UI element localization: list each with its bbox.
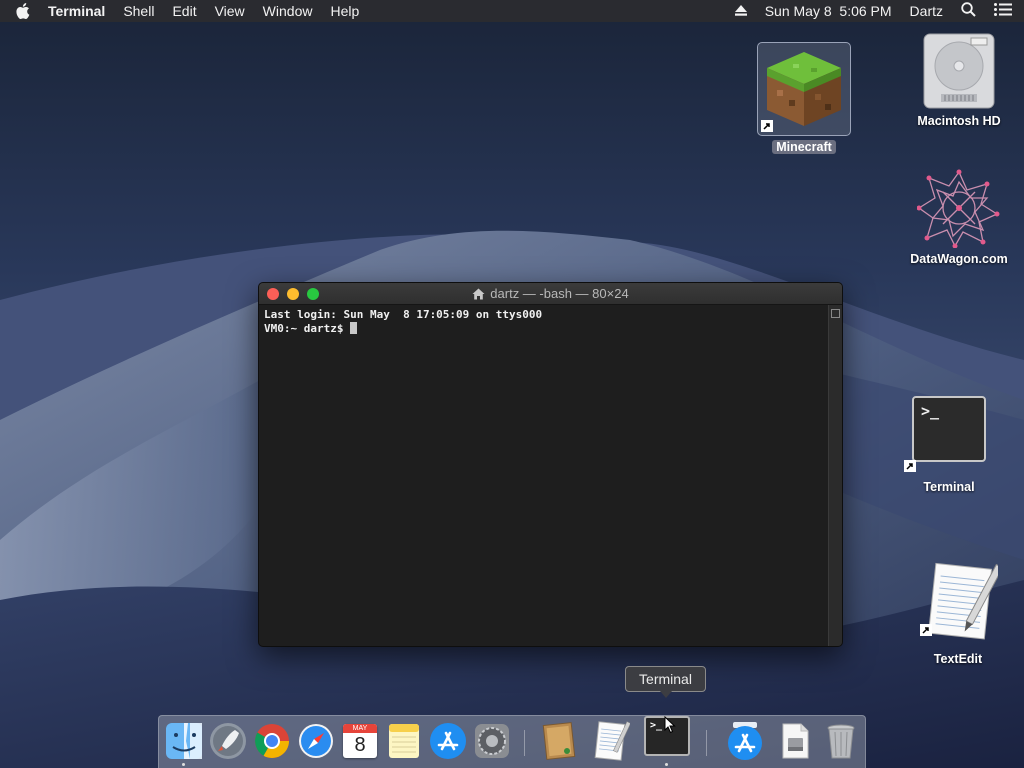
desktop-icon-textedit[interactable]: TextEdit xyxy=(915,560,1004,666)
desktop-icon-label: Minecraft xyxy=(772,140,836,154)
launchpad-icon xyxy=(210,723,246,759)
zoom-button[interactable] xyxy=(307,288,319,300)
desktop-icon-macintosh-hd[interactable]: Macintosh HD xyxy=(908,30,1010,128)
desktop-icon-terminal[interactable]: >_ Terminal xyxy=(904,396,993,494)
user-menu[interactable]: Dartz xyxy=(910,3,943,19)
finder-icon xyxy=(166,723,202,759)
dock-applications-stack[interactable] xyxy=(539,721,579,761)
dock-terminal[interactable]: >_ xyxy=(643,716,691,760)
eject-icon[interactable] xyxy=(734,3,747,19)
terminal-prompt-line: VM0:~ dartz$ xyxy=(264,322,824,336)
dock-calendar[interactable]: MAY 8 xyxy=(340,721,380,761)
close-button[interactable] xyxy=(267,288,279,300)
dock-launchpad[interactable] xyxy=(208,721,248,761)
terminal-window[interactable]: dartz — -bash — 80×24 Last login: Sun Ma… xyxy=(258,282,843,647)
system-preferences-icon xyxy=(475,724,509,758)
dock: MAY 8 >_ xyxy=(158,715,866,768)
menu-bar: Terminal Shell Edit View Window Help Sun… xyxy=(0,0,1024,22)
clock[interactable]: Sun May 8 5:06 PM xyxy=(765,3,892,19)
terminal-content[interactable]: Last login: Sun May 8 17:05:09 on ttys00… xyxy=(259,305,829,646)
running-indicator xyxy=(665,763,668,766)
app-store-downloads-icon xyxy=(728,722,762,760)
dock-separator xyxy=(706,730,707,756)
menu-window[interactable]: Window xyxy=(263,3,313,19)
menu-view[interactable]: View xyxy=(215,3,245,19)
tooltip-text: Terminal xyxy=(639,671,692,687)
calendar-month: MAY xyxy=(343,724,377,733)
dock-textedit[interactable] xyxy=(590,721,631,761)
dock-notes[interactable] xyxy=(384,721,424,761)
dock-tooltip: Terminal xyxy=(625,666,706,698)
spotlight-search-icon[interactable] xyxy=(961,2,976,20)
alias-arrow-icon xyxy=(761,120,773,132)
terminal-prompt: VM0:~ dartz$ xyxy=(264,322,351,335)
chrome-icon xyxy=(255,724,289,758)
dock-downloads-stack[interactable] xyxy=(725,721,765,761)
dock-trash[interactable] xyxy=(821,721,861,761)
alias-arrow-icon xyxy=(920,624,932,636)
minimize-button[interactable] xyxy=(287,288,299,300)
dock-app-store[interactable] xyxy=(428,721,468,761)
notification-center-icon[interactable] xyxy=(994,3,1012,19)
menu-shell[interactable]: Shell xyxy=(123,3,154,19)
trash-icon xyxy=(827,724,855,759)
home-folder-icon xyxy=(472,288,485,299)
notes-icon xyxy=(389,724,419,758)
terminal-icon: >_ xyxy=(904,396,986,472)
app-store-icon xyxy=(430,723,466,759)
calendar-icon: MAY 8 xyxy=(343,724,377,758)
desktop-icon-minecraft[interactable]: Minecraft xyxy=(757,42,851,154)
window-title-text: dartz — -bash — 80×24 xyxy=(490,286,629,301)
split-pane-icon[interactable] xyxy=(831,309,840,318)
dock-disk-image[interactable] xyxy=(775,721,815,761)
dock-chrome[interactable] xyxy=(252,721,292,761)
mouse-pointer-icon xyxy=(664,716,676,734)
menu-app-terminal[interactable]: Terminal xyxy=(48,3,105,19)
hard-drive-icon xyxy=(919,30,999,110)
window-titlebar[interactable]: dartz — -bash — 80×24 xyxy=(259,283,842,305)
minecraft-icon xyxy=(757,42,851,136)
menu-edit[interactable]: Edit xyxy=(172,3,196,19)
desktop-icon-datawagon[interactable]: DataWagon.com xyxy=(903,168,1015,266)
desktop-icon-label: TextEdit xyxy=(933,652,983,666)
desktop-icon-label: Macintosh HD xyxy=(917,114,1001,128)
disk-image-icon xyxy=(782,723,809,759)
desktop-icon-label: DataWagon.com xyxy=(910,252,1008,266)
alias-arrow-icon xyxy=(904,460,916,472)
dock-system-preferences[interactable] xyxy=(472,721,512,761)
calendar-day: 8 xyxy=(354,734,366,756)
desktop-icon-label: Terminal xyxy=(923,480,975,494)
tooltip-arrow xyxy=(660,691,672,698)
terminal-line: Last login: Sun May 8 17:05:09 on ttys00… xyxy=(264,308,543,321)
dock-safari[interactable] xyxy=(296,721,336,761)
menu-help[interactable]: Help xyxy=(330,3,359,19)
datawagon-icon xyxy=(916,168,1002,248)
text-cursor xyxy=(350,322,358,334)
textedit-icon xyxy=(918,560,1004,644)
apple-menu-icon[interactable] xyxy=(14,2,32,20)
dock-finder[interactable] xyxy=(164,721,204,761)
textedit-folder-icon xyxy=(542,722,576,760)
window-title: dartz — -bash — 80×24 xyxy=(472,286,629,301)
running-indicator xyxy=(182,763,185,766)
safari-icon xyxy=(299,724,333,758)
vertical-scrollbar[interactable] xyxy=(828,305,842,646)
textedit-doc-icon xyxy=(594,721,631,761)
dock-separator xyxy=(524,730,525,756)
